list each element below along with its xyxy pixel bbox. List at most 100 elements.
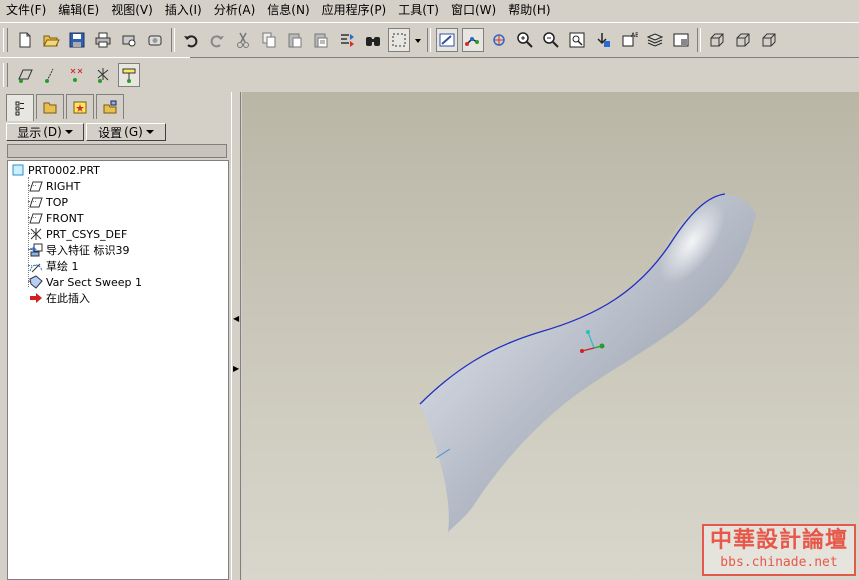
menu-edit[interactable]: 编辑(E) xyxy=(52,1,105,19)
named-view-icon[interactable]: AB xyxy=(618,28,640,52)
connections-tab[interactable] xyxy=(96,94,124,119)
datum-plane-display-icon[interactable] xyxy=(14,63,36,87)
model-tree-tab[interactable] xyxy=(6,94,34,121)
tree-item-top[interactable]: TOP xyxy=(28,194,68,210)
zoom-in-icon[interactable] xyxy=(514,28,536,52)
tree-item-right[interactable]: RIGHT xyxy=(28,178,80,194)
favorites-tab[interactable] xyxy=(66,94,94,119)
show-menu-label: 显示 xyxy=(17,125,42,140)
settings-menu-button[interactable]: 设置 (G) xyxy=(86,123,166,141)
tree-item-label: FRONT xyxy=(46,211,84,225)
collapse-left-icon[interactable]: ◀ xyxy=(233,314,239,323)
redo-icon[interactable] xyxy=(206,28,228,52)
insert-here-arrow-icon xyxy=(28,291,44,305)
menu-window[interactable]: 窗口(W) xyxy=(445,1,502,19)
settings-menu-key: (G) xyxy=(124,125,143,139)
model-view xyxy=(419,193,756,532)
selection-filter-icon[interactable] xyxy=(388,28,410,52)
svg-text:AB: AB xyxy=(631,32,638,39)
datum-point-display-icon[interactable] xyxy=(66,63,88,87)
tree-item-label: 在此插入 xyxy=(46,292,90,305)
tree-item-insert-here[interactable]: 在此插入 xyxy=(28,290,90,306)
open-icon[interactable] xyxy=(40,28,62,52)
chevron-down-icon[interactable] xyxy=(414,28,422,52)
paste-special-icon[interactable] xyxy=(310,28,332,52)
menu-analysis[interactable]: 分析(A) xyxy=(208,1,262,19)
paste-icon[interactable] xyxy=(284,28,306,52)
toolbar-grip[interactable] xyxy=(3,63,8,87)
sweep-icon xyxy=(28,275,44,289)
refit-icon[interactable] xyxy=(566,28,588,52)
menu-applications[interactable]: 应用程序(P) xyxy=(316,1,393,19)
tree-item-label: TOP xyxy=(46,195,69,209)
panel-splitter[interactable]: ◀ ▶ xyxy=(231,92,241,580)
settings-menu-label: 设置 xyxy=(98,125,123,140)
menu-tools[interactable]: 工具(T) xyxy=(392,1,445,19)
watermark-title: 中華設計論壇 xyxy=(709,527,848,553)
chevron-down-icon xyxy=(145,130,154,134)
import-feature-icon xyxy=(28,243,44,257)
tree-item-import-feature[interactable]: 导入特征 标识39 xyxy=(28,242,130,258)
tree-menu-row: 显示 (D) 设置 (G) xyxy=(6,123,166,141)
undo-icon[interactable] xyxy=(180,28,202,52)
new-icon[interactable] xyxy=(14,28,36,52)
watermark-url: bbs.chinade.net xyxy=(720,555,838,570)
reorient-icon[interactable] xyxy=(592,28,614,52)
spin-center-icon[interactable] xyxy=(488,28,510,52)
main-toolbar: AB xyxy=(0,22,859,58)
datum-display-toolbar xyxy=(0,57,190,93)
layers-icon[interactable] xyxy=(644,28,666,52)
folder-browser-tab[interactable] xyxy=(36,94,64,119)
tree-item-csys[interactable]: PRT_CSYS_DEF xyxy=(28,226,127,242)
toolbar-grip[interactable] xyxy=(3,28,8,52)
find-icon[interactable] xyxy=(362,28,384,52)
datum-plane-icon xyxy=(28,195,44,209)
print-preview-icon[interactable] xyxy=(118,28,140,52)
tree-root[interactable]: PRT0002.PRT xyxy=(10,162,100,178)
menu-bar: 文件(F) 编辑(E) 视图(V) 插入(I) 分析(A) 信息(N) 应用程序… xyxy=(0,0,859,20)
tree-item-label: 草绘 1 xyxy=(46,260,79,273)
zoom-out-icon[interactable] xyxy=(540,28,562,52)
view-manager-icon[interactable] xyxy=(670,28,692,52)
menu-insert[interactable]: 插入(I) xyxy=(159,1,208,19)
print-icon[interactable] xyxy=(92,28,114,52)
wireframe-icon[interactable] xyxy=(706,28,728,52)
navigator-tabs xyxy=(6,94,126,121)
send-icon[interactable] xyxy=(144,28,166,52)
part-icon xyxy=(10,163,26,177)
datum-axis-display-icon[interactable] xyxy=(40,63,62,87)
no-hidden-icon[interactable] xyxy=(758,28,780,52)
chevron-down-icon xyxy=(64,130,73,134)
tree-item-label: PRT_CSYS_DEF xyxy=(46,227,128,241)
sketch-icon xyxy=(28,259,44,273)
watermark-stamp: 中華設計論壇 bbs.chinade.net xyxy=(702,524,856,576)
csys-display-icon[interactable] xyxy=(92,63,114,87)
menu-view[interactable]: 视图(V) xyxy=(105,1,159,19)
show-menu-button[interactable]: 显示 (D) xyxy=(6,123,84,141)
save-icon[interactable] xyxy=(66,28,88,52)
tree-item-sweep[interactable]: Var Sect Sweep 1 xyxy=(28,274,142,290)
menu-file[interactable]: 文件(F) xyxy=(0,1,52,19)
hidden-line-icon[interactable] xyxy=(732,28,754,52)
tree-column-header[interactable] xyxy=(7,144,227,158)
repaint-icon[interactable] xyxy=(436,28,458,52)
datum-plane-icon xyxy=(28,179,44,193)
menu-help[interactable]: 帮助(H) xyxy=(502,1,556,19)
show-menu-key: (D) xyxy=(43,125,62,139)
expand-right-icon[interactable]: ▶ xyxy=(233,364,239,373)
toolbar-separator xyxy=(427,28,431,52)
model-tree: PRT0002.PRT RIGHT TOP FRONT PRT_CSYS_DEF… xyxy=(7,160,229,580)
tree-root-label: PRT0002.PRT xyxy=(28,163,100,177)
tree-item-sketch[interactable]: 草绘 1 xyxy=(28,258,79,274)
regenerate-icon[interactable] xyxy=(336,28,358,52)
datum-plane-icon xyxy=(28,211,44,225)
copy-icon[interactable] xyxy=(258,28,280,52)
menu-info[interactable]: 信息(N) xyxy=(261,1,315,19)
annotation-display-icon[interactable] xyxy=(118,63,140,87)
tree-item-label: RIGHT xyxy=(46,179,81,193)
cut-icon[interactable] xyxy=(232,28,254,52)
tree-item-front[interactable]: FRONT xyxy=(28,210,84,226)
graphics-viewport[interactable] xyxy=(242,92,859,580)
datum-display-icon[interactable] xyxy=(462,28,484,52)
tree-item-label: Var Sect Sweep 1 xyxy=(46,275,143,289)
